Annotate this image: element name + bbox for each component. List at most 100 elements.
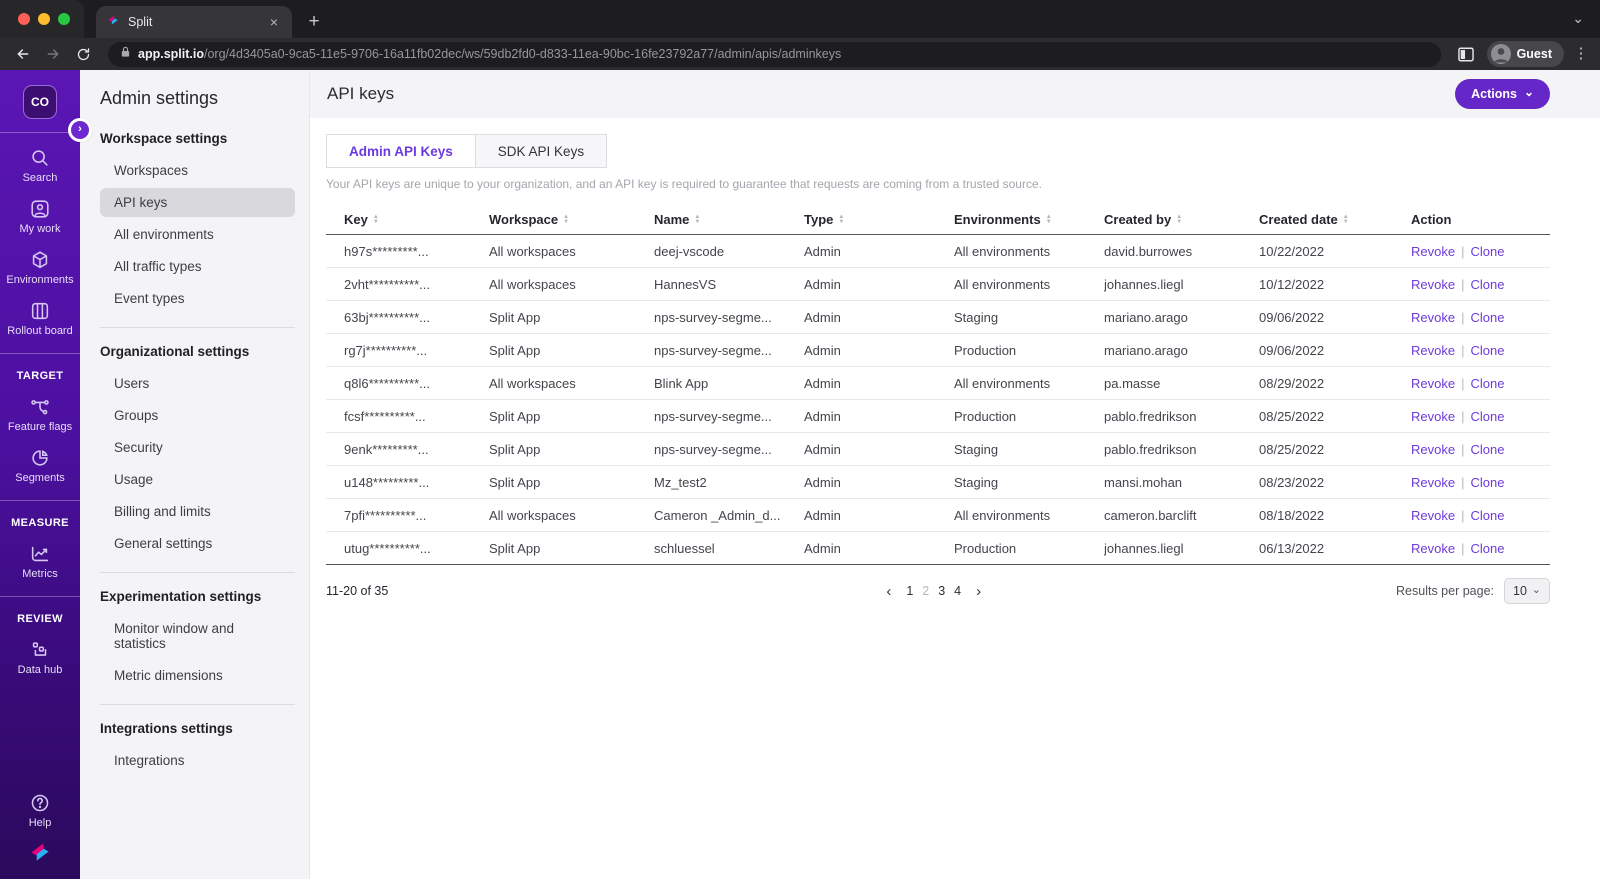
revoke-link[interactable]: Revoke [1411, 541, 1455, 556]
nav-item-usage[interactable]: Usage [100, 465, 295, 494]
sort-icon[interactable] [1176, 215, 1182, 225]
revoke-link[interactable]: Revoke [1411, 376, 1455, 391]
sidebar-item-environments[interactable]: Environments [6, 249, 74, 286]
sort-icon[interactable] [838, 215, 844, 225]
cell-key: utug**********... [344, 540, 431, 556]
revoke-link[interactable]: Revoke [1411, 277, 1455, 292]
revoke-link[interactable]: Revoke [1411, 310, 1455, 325]
close-window-button[interactable] [18, 13, 30, 25]
sort-icon[interactable] [694, 215, 700, 225]
lock-icon [120, 45, 131, 63]
nav-item-security[interactable]: Security [100, 433, 295, 462]
revoke-link[interactable]: Revoke [1411, 343, 1455, 358]
clone-link[interactable]: Clone [1470, 541, 1504, 556]
clone-link[interactable]: Clone [1470, 244, 1504, 259]
sidebar-item-rollout-board[interactable]: Rollout board [7, 300, 73, 337]
prev-page-icon[interactable] [880, 583, 897, 600]
revoke-link[interactable]: Revoke [1411, 409, 1455, 424]
cell-created-date: 08/18/2022 [1259, 507, 1325, 523]
sort-icon[interactable] [1343, 215, 1349, 225]
cell-environments: Staging [954, 441, 999, 457]
divider [0, 596, 80, 597]
browser-tab[interactable]: Split [96, 6, 292, 38]
col-header-workspace[interactable]: Workspace [489, 212, 654, 227]
col-header-created-by[interactable]: Created by [1104, 212, 1259, 227]
cell-name: nps-survey-segme... [654, 441, 772, 457]
close-tab-icon[interactable] [266, 14, 282, 30]
clone-link[interactable]: Clone [1470, 409, 1504, 424]
url-bar[interactable]: app.split.io/org/4d3405a0-9ca5-11e5-9706… [108, 41, 1441, 67]
cell-key: 63bj**********... [344, 309, 431, 325]
page-3-button[interactable]: 3 [938, 584, 945, 598]
col-header-action: Action [1411, 212, 1452, 227]
back-button[interactable] [10, 41, 36, 67]
next-page-icon[interactable] [970, 583, 987, 600]
nav-item-billing-and-limits[interactable]: Billing and limits [100, 497, 295, 526]
minimize-window-button[interactable] [38, 13, 50, 25]
nav-item-api-keys[interactable]: API keys [100, 188, 295, 217]
tab-admin-api-keys[interactable]: Admin API Keys [326, 134, 476, 168]
side-panel-icon[interactable] [1453, 41, 1479, 67]
zoom-window-button[interactable] [58, 13, 70, 25]
profile-button[interactable]: Guest [1486, 41, 1564, 67]
cell-action: Revoke | Clone [1411, 408, 1505, 424]
revoke-link[interactable]: Revoke [1411, 508, 1455, 523]
nav-item-metric-dimensions[interactable]: Metric dimensions [100, 661, 295, 690]
browser-menu-icon[interactable] [1572, 41, 1590, 67]
page-2-button[interactable]: 2 [922, 584, 929, 598]
clone-link[interactable]: Clone [1470, 442, 1504, 457]
sidebar-item-help[interactable]: Help [29, 792, 51, 829]
col-header-type[interactable]: Type [804, 212, 954, 227]
revoke-link[interactable]: Revoke [1411, 244, 1455, 259]
cell-type: Admin [804, 276, 841, 292]
sidebar-item-segments[interactable]: Segments [15, 447, 65, 484]
sidebar-item-data-hub[interactable]: Data hub [18, 639, 62, 676]
col-header-environments[interactable]: Environments [954, 212, 1104, 227]
sort-icon[interactable] [563, 215, 569, 225]
nav-item-workspaces[interactable]: Workspaces [100, 156, 295, 185]
nav-item-groups[interactable]: Groups [100, 401, 295, 430]
tab-search-chevron-icon[interactable] [1572, 10, 1584, 27]
nav-item-general-settings[interactable]: General settings [100, 529, 295, 558]
collapse-sidebar-button[interactable] [68, 118, 92, 142]
segments-icon [29, 447, 51, 469]
results-per-page-select[interactable]: 10 [1504, 578, 1550, 604]
page-4-button[interactable]: 4 [954, 584, 961, 598]
sort-icon[interactable] [373, 215, 379, 225]
cell-workspace: Split App [489, 540, 541, 556]
clone-link[interactable]: Clone [1470, 475, 1504, 490]
cell-workspace: All workspaces [489, 507, 576, 523]
clone-link[interactable]: Clone [1470, 277, 1504, 292]
new-tab-button[interactable] [300, 8, 328, 36]
nav-item-all-environments[interactable]: All environments [100, 220, 295, 249]
clone-link[interactable]: Clone [1470, 310, 1504, 325]
cell-name: nps-survey-segme... [654, 309, 772, 325]
clone-link[interactable]: Clone [1470, 508, 1504, 523]
nav-item-monitor-window[interactable]: Monitor window and statistics [100, 614, 295, 658]
nav-item-all-traffic-types[interactable]: All traffic types [100, 252, 295, 281]
sidebar-item-metrics[interactable]: Metrics [22, 543, 58, 580]
revoke-link[interactable]: Revoke [1411, 475, 1455, 490]
nav-item-integrations[interactable]: Integrations [100, 746, 295, 775]
col-header-name[interactable]: Name [654, 212, 804, 227]
page-1-button[interactable]: 1 [906, 584, 913, 598]
forward-button[interactable] [40, 41, 66, 67]
revoke-link[interactable]: Revoke [1411, 442, 1455, 457]
sidebar-section-target: TARGET [16, 370, 64, 382]
sidebar-item-search[interactable]: Search [23, 147, 57, 184]
actions-button[interactable]: Actions [1455, 79, 1550, 109]
cell-key: 2vht**********... [344, 276, 430, 292]
col-header-key[interactable]: Key [344, 212, 489, 227]
clone-link[interactable]: Clone [1470, 343, 1504, 358]
col-header-created-date[interactable]: Created date [1259, 212, 1411, 227]
cell-created-by: david.burrowes [1104, 243, 1193, 259]
sort-icon[interactable] [1046, 215, 1052, 225]
nav-item-event-types[interactable]: Event types [100, 284, 295, 313]
tab-sdk-api-keys[interactable]: SDK API Keys [475, 134, 608, 168]
reload-button[interactable] [70, 41, 96, 67]
clone-link[interactable]: Clone [1470, 376, 1504, 391]
sidebar-item-my-work[interactable]: My work [20, 198, 60, 235]
sidebar-item-feature-flags[interactable]: Feature flags [8, 396, 72, 433]
org-badge[interactable]: CO [23, 85, 57, 119]
nav-item-users[interactable]: Users [100, 369, 295, 398]
